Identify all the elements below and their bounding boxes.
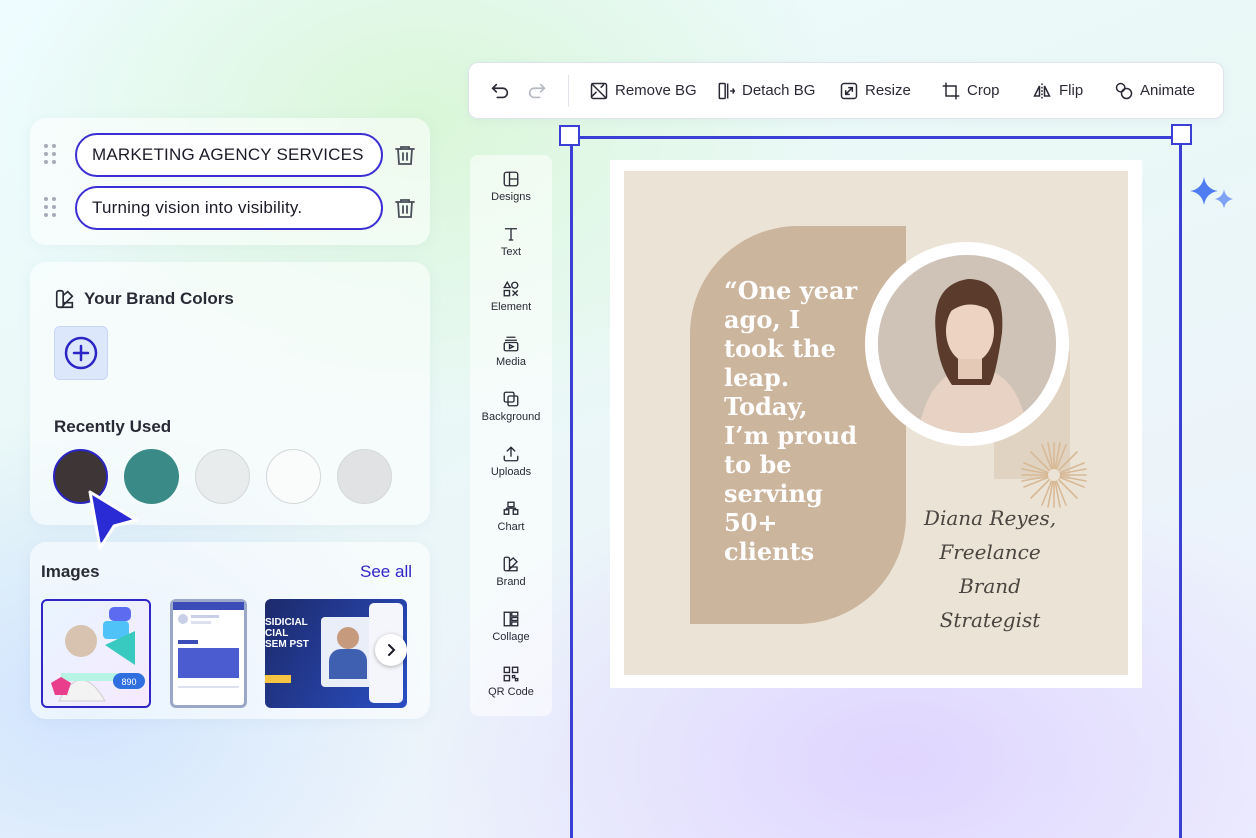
image-toolbar: Remove BG Detach BG Resize Crop Flip Ani… [468, 62, 1224, 119]
brand-colors-panel: Your Brand Colors Recently Used [30, 262, 430, 550]
sidebar-item-label: Media [496, 356, 526, 368]
layout-icon [503, 171, 519, 187]
crop-icon [942, 82, 960, 99]
shapes-icon [503, 280, 519, 297]
signature-text[interactable]: Diana Reyes, Freelance Brand Strategist [910, 501, 1070, 637]
sidebar-item-chart[interactable]: Chart [470, 500, 552, 550]
selection-border [570, 136, 1182, 139]
canvas-artboard[interactable]: “One year ago, I took the leap. Today, I… [610, 160, 1142, 688]
selection-border [1179, 136, 1182, 838]
resize-handle[interactable] [1171, 124, 1192, 145]
portrait-image [878, 255, 1056, 433]
remove-bg-label: Remove BG [615, 82, 697, 99]
images-title: Images [41, 562, 100, 581]
sidebar-item-qr-code[interactable]: QR Code [470, 665, 552, 715]
redo-button[interactable] [526, 63, 548, 118]
images-panel: Images See all 890 SIDICIAL CIAL SEM PST [30, 542, 430, 719]
flip-button[interactable]: Flip [1031, 63, 1083, 118]
sidebar-item-uploads[interactable]: Uploads [470, 445, 552, 495]
toolbar-divider [568, 75, 569, 107]
detach-bg-icon [718, 82, 736, 99]
portrait-photo[interactable] [878, 255, 1056, 433]
crop-label: Crop [967, 82, 1000, 99]
resize-icon [840, 82, 858, 99]
photo-frame[interactable] [865, 242, 1069, 446]
brand-colors-title: Your Brand Colors [84, 289, 234, 308]
selection-border [570, 136, 573, 838]
chevron-right-icon [388, 644, 396, 656]
sidebar-item-label: Brand [496, 576, 526, 588]
upload-icon [503, 446, 519, 462]
sidebar-item-label: Element [490, 301, 532, 313]
text-layer-input[interactable]: MARKETING AGENCY SERVICES [75, 133, 383, 177]
thumbnail-heading: SIDICIAL CIAL SEM PST [265, 617, 309, 650]
recently-used-title: Recently Used [54, 417, 172, 436]
background-icon [503, 391, 519, 407]
text-layer-row[interactable]: MARKETING AGENCY SERVICES [30, 133, 430, 177]
detach-bg-button[interactable]: Detach BG [716, 63, 815, 118]
sidebar-item-media[interactable]: Media [470, 335, 552, 385]
flip-icon [1033, 83, 1051, 98]
drag-handle-icon[interactable] [44, 144, 58, 166]
next-arrow-button[interactable] [375, 634, 407, 666]
animate-icon [1115, 82, 1133, 99]
sidebar-item-element[interactable]: Element [470, 280, 552, 330]
ai-sparkle-icon[interactable] [1188, 175, 1238, 213]
flip-label: Flip [1059, 82, 1084, 99]
brand-colors-heading: Your Brand Colors [54, 288, 234, 310]
chart-icon [503, 501, 519, 515]
color-swatch[interactable] [195, 449, 250, 504]
undo-button[interactable] [489, 63, 511, 118]
text-layers-panel: MARKETING AGENCY SERVICES Turning vision… [30, 118, 430, 245]
image-thumbnail[interactable]: 890 [41, 599, 151, 708]
sidebar-item-label: Text [500, 246, 522, 258]
resize-label: Resize [865, 82, 911, 99]
brand-icon [503, 556, 518, 572]
sidebar-item-label: Designs [491, 191, 531, 203]
plus-circle-icon [64, 336, 98, 370]
sidebar-item-background[interactable]: Background [470, 390, 552, 440]
text-layer-input[interactable]: Turning vision into visibility. [75, 186, 383, 230]
trash-icon[interactable] [393, 196, 417, 220]
color-swatch[interactable] [337, 449, 392, 504]
text-layer-row[interactable]: Turning vision into visibility. [30, 186, 430, 230]
tools-sidebar: Designs Text Element Media Background Up… [470, 155, 552, 716]
quote-text[interactable]: “One year ago, I took the leap. Today, I… [724, 276, 874, 566]
sidebar-item-text[interactable]: Text [470, 225, 552, 275]
image-thumbnail[interactable] [170, 599, 247, 708]
sidebar-item-collage[interactable]: Collage [470, 610, 552, 660]
animate-label: Animate [1140, 82, 1196, 99]
media-icon [503, 336, 519, 352]
collage-icon [503, 611, 519, 627]
sidebar-item-designs[interactable]: Designs [470, 170, 552, 220]
resize-handle[interactable] [559, 125, 580, 146]
sidebar-item-label: QR Code [488, 686, 534, 698]
sidebar-item-brand[interactable]: Brand [470, 555, 552, 605]
sidebar-item-label: Chart [497, 521, 525, 533]
trash-icon[interactable] [393, 143, 417, 167]
text-icon [505, 228, 517, 241]
qr-code-icon [503, 666, 519, 682]
likes-count: 890 [121, 677, 136, 687]
image-thumbnail[interactable]: SIDICIAL CIAL SEM PST [265, 599, 407, 708]
animate-button[interactable]: Animate [1114, 63, 1195, 118]
marketing-collage-image: 890 [51, 607, 145, 702]
remove-bg-icon [590, 82, 608, 99]
see-all-link[interactable]: See all [360, 562, 412, 582]
crop-button[interactable]: Crop [941, 63, 1000, 118]
color-swatch[interactable] [266, 449, 321, 504]
detach-bg-label: Detach BG [742, 82, 816, 99]
sidebar-item-label: Background [481, 411, 541, 423]
undo-icon [491, 83, 509, 98]
brand-icon [55, 289, 74, 309]
add-color-button[interactable] [54, 326, 108, 380]
sidebar-item-label: Collage [492, 631, 530, 643]
resize-button[interactable]: Resize [839, 63, 911, 118]
redo-icon [528, 83, 546, 98]
drag-handle-icon[interactable] [44, 197, 58, 219]
testimonial-design[interactable]: “One year ago, I took the leap. Today, I… [624, 171, 1128, 675]
sidebar-item-label: Uploads [490, 466, 532, 478]
remove-bg-button[interactable]: Remove BG [589, 63, 697, 118]
